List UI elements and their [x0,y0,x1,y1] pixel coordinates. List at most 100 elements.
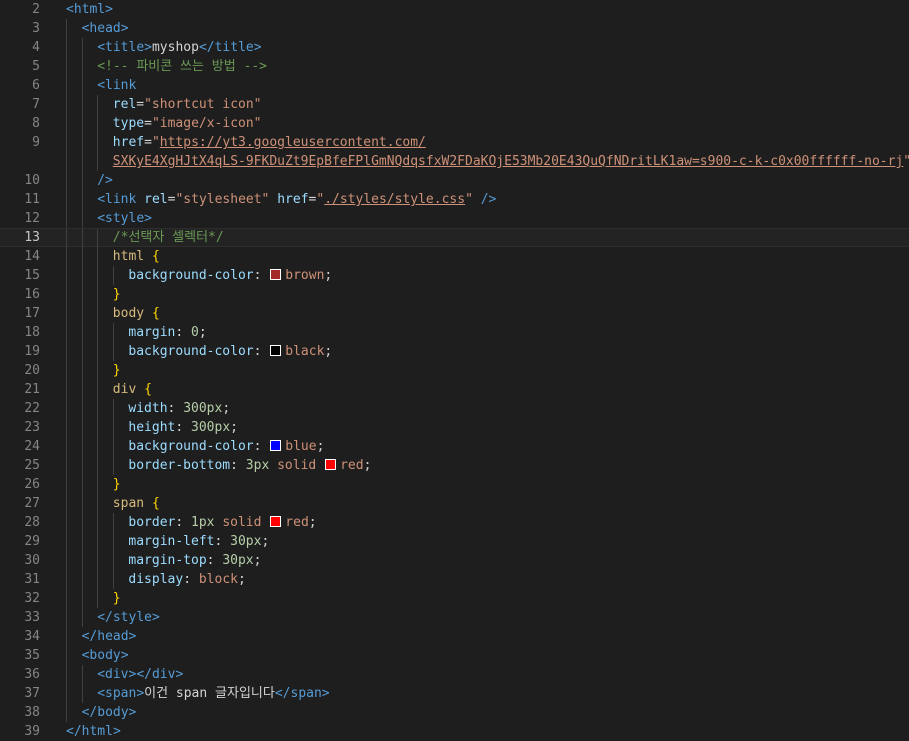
code-token: 30px [230,534,262,549]
code-line[interactable]: 22 width: 300px; [0,399,909,418]
color-swatch[interactable] [270,345,282,356]
code-line[interactable]: 14 html { [0,247,909,266]
code-text: width: 300px; [128,399,230,418]
code-text: <html> [66,0,113,19]
line-number: 38 [24,705,40,720]
code-token: " [316,192,325,207]
code-token: 1px [191,515,215,530]
code-line[interactable]: 9 href="https://yt3.googleusercontent.com… [0,133,909,152]
code-line[interactable]: 34 </head> [0,627,909,646]
line-number: 7 [32,97,40,112]
code-link[interactable]: https://yt3.googleusercontent.com/ [160,135,426,150]
color-swatch[interactable] [325,459,337,470]
color-swatch[interactable] [270,440,282,451]
indent-guide [66,627,67,646]
code-line[interactable]: 18 margin: 0; [0,323,909,342]
indent-guide [81,589,83,608]
code-line[interactable]: 7 rel="shortcut icon" [0,95,909,114]
indent-guide [66,532,67,551]
indent-guide [81,190,83,209]
code-line[interactable]: 17 body { [0,304,909,323]
indent-guide [97,456,99,475]
code-link[interactable]: SXKyE4XgHJtX4qLS-9FKDuZt9EpBfeFPlGmNQdqs… [113,154,904,169]
code-text: } [113,589,121,608]
code-token: </style> [97,610,160,625]
indent-guide [66,247,67,266]
code-line[interactable]: 32} [0,589,909,608]
code-line[interactable]: 38 </body> [0,703,909,722]
code-line[interactable]: 39 </html> [0,722,909,741]
code-line[interactable]: 10 /> [0,171,909,190]
code-token: 30px [222,553,254,568]
code-token: { [151,496,160,511]
code-line[interactable]: 23 height: 300px; [0,418,909,437]
code-token: border [128,515,176,530]
code-line[interactable]: SXKyE4XgHJtX4qLS-9FKDuZt9EpBfeFPlGmNQdqs… [0,152,909,171]
code-token: "stylesheet" [175,192,278,207]
code-text: rel="shortcut icon" [113,95,262,114]
code-token: = [136,97,145,112]
code-editor[interactable]: 2 <html> 3 <head> 4 <title>myshop</title> 5 <!-… [0,0,909,741]
code-text: /> [97,171,113,190]
indent-guide [66,684,67,703]
code-line[interactable]: 36 <div></div> [0,665,909,684]
code-link[interactable]: ./styles/style.css [324,192,465,207]
code-text: <!-- 파비콘 쓰는 방법 --> [97,57,267,76]
code-token: 0 [191,325,199,340]
code-line[interactable]: 5 <!-- 파비콘 쓰는 방법 --> [0,57,909,76]
code-line[interactable]: 29 margin-left: 30px; [0,532,909,551]
code-line[interactable]: 19 background-color: black; [0,342,909,361]
code-token: : [253,439,270,454]
code-line[interactable]: 37 <span>이건 span 글자입니다</span> [0,684,909,703]
code-line[interactable]: 31 display: block; [0,570,909,589]
code-line[interactable]: 35 <body> [0,646,909,665]
code-line[interactable]: 20} [0,361,909,380]
indent-guide [66,399,67,418]
code-line[interactable]: 30 margin-top: 30px; [0,551,909,570]
code-token: = [144,116,152,131]
code-text: </head> [82,627,137,646]
indent-guide [66,57,67,76]
code-text: margin-top: 30px; [128,551,261,570]
indent-guide [66,266,67,285]
code-line[interactable]: 12 <style> [0,209,909,228]
code-token: ; [261,534,270,549]
code-line[interactable]: 4 <title>myshop</title> [0,38,909,57]
indent-guide [66,76,67,95]
code-token: div [112,382,145,397]
indent-guide [81,76,83,95]
code-text: } [113,475,121,494]
indent-guide [112,532,114,551]
line-number: 11 [24,192,40,207]
code-line[interactable]: 16} [0,285,909,304]
code-line[interactable]: 11 <link rel="stylesheet" href="./styles/… [0,190,909,209]
color-swatch[interactable] [270,269,282,280]
code-token: display [128,572,184,587]
indent-guide [81,494,83,513]
code-line[interactable]: 8 type="image/x-icon" [0,114,909,133]
line-number: 3 [32,21,40,36]
indent-guide [81,532,83,551]
code-text: span { [113,494,160,513]
indent-guide [97,323,99,342]
code-line[interactable]: 28 border: 1px solid red; [0,513,909,532]
code-token: ; [230,420,238,435]
indent-guide [97,475,99,494]
code-line[interactable]: 6 <link [0,76,909,95]
indent-guide [97,152,99,171]
code-token: = [144,135,152,150]
code-line[interactable]: 3 <head> [0,19,909,38]
code-line[interactable]: 13 /*선택자 셀렉터*/ [0,228,909,248]
code-line[interactable]: 21 div { [0,380,909,399]
line-number: 27 [24,496,40,511]
code-text: </body> [82,703,137,722]
code-line[interactable]: 33 </style> [0,608,909,627]
code-line[interactable]: 27 span { [0,494,909,513]
code-line[interactable]: 25 border-bottom: 3px solid red; [0,456,909,475]
code-line[interactable]: 15 background-color: brown; [0,266,909,285]
color-swatch[interactable] [270,516,282,527]
code-line[interactable]: 26} [0,475,909,494]
code-line[interactable]: 24 background-color: blue; [0,437,909,456]
line-number: 23 [24,420,40,435]
code-line[interactable]: 2 <html> [0,0,909,19]
